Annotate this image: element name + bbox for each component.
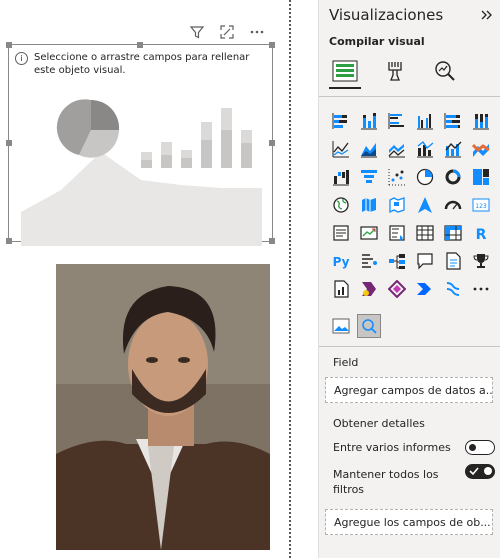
- analytics-search-button[interactable]: [357, 314, 381, 338]
- page-divider: [289, 0, 291, 558]
- keep-filters-toggle[interactable]: [465, 464, 495, 479]
- check-icon: [469, 467, 479, 476]
- treemap-icon[interactable]: [469, 165, 493, 189]
- resize-handle[interactable]: [6, 238, 12, 244]
- stacked-area-icon[interactable]: [385, 137, 409, 161]
- resize-handle[interactable]: [269, 140, 275, 146]
- collapse-pane-icon[interactable]: [479, 8, 493, 22]
- svg-text:Py: Py: [333, 255, 350, 269]
- svg-text:123: 123: [475, 203, 487, 210]
- multi-row-card-icon[interactable]: [329, 221, 353, 245]
- r-visual-icon[interactable]: R: [469, 221, 493, 245]
- resize-handle[interactable]: [137, 42, 143, 48]
- visualizations-pane: Visualizaciones Compilar visual 123 R Py…: [318, 0, 500, 558]
- divider: [319, 346, 500, 347]
- scatter-chart-icon[interactable]: [385, 165, 409, 189]
- tab-format-visual[interactable]: [379, 55, 411, 87]
- keep-filters-row: Mantener todos los filtros: [333, 467, 453, 497]
- build-visual-title: Compilar visual: [329, 35, 425, 48]
- paginated-report-icon[interactable]: [329, 277, 353, 301]
- decomposition-tree-icon[interactable]: [385, 249, 409, 273]
- more-options-icon[interactable]: [249, 24, 265, 40]
- image-visual-button[interactable]: [329, 314, 353, 338]
- donut-chart-icon[interactable]: [441, 165, 465, 189]
- ribbon-chart-icon[interactable]: [469, 137, 493, 161]
- divider: [319, 96, 500, 97]
- report-canvas: i Seleccione o arrastre campos para rell…: [0, 0, 290, 558]
- clustered-column-chart-icon[interactable]: [413, 109, 437, 133]
- power-apps-icon[interactable]: [357, 277, 381, 301]
- key-influencers-icon[interactable]: [357, 249, 381, 273]
- 100-stacked-column-icon[interactable]: [469, 109, 493, 133]
- resize-handle[interactable]: [269, 238, 275, 244]
- image-icon: [332, 318, 350, 334]
- map-icon[interactable]: [329, 193, 353, 217]
- gauge-icon[interactable]: [441, 193, 465, 217]
- line-clustered-column-icon[interactable]: [413, 137, 437, 161]
- card-icon[interactable]: 123: [469, 193, 493, 217]
- kpi-icon[interactable]: [357, 221, 381, 245]
- qa-icon[interactable]: [413, 249, 437, 273]
- stacked-column-chart-icon[interactable]: [357, 109, 381, 133]
- tab-build-visual[interactable]: [329, 55, 361, 89]
- stacked-bar-chart-icon[interactable]: [329, 109, 353, 133]
- empty-visual-container[interactable]: i Seleccione o arrastre campos para rell…: [6, 42, 275, 246]
- resize-handle[interactable]: [6, 42, 12, 48]
- filter-icon[interactable]: [189, 24, 205, 40]
- details-section-label: Obtener detalles: [333, 417, 425, 430]
- 100-stacked-bar-icon[interactable]: [441, 109, 465, 133]
- matrix-icon[interactable]: [441, 221, 465, 245]
- table-icon[interactable]: [413, 221, 437, 245]
- power-automate-icon[interactable]: [385, 277, 409, 301]
- visual-options-row: [329, 314, 381, 338]
- info-icon: i: [15, 52, 28, 65]
- shape-map-icon[interactable]: [385, 193, 409, 217]
- funnel-chart-icon[interactable]: [357, 165, 381, 189]
- resize-handle[interactable]: [6, 140, 12, 146]
- python-visual-icon[interactable]: Py: [329, 249, 353, 273]
- visual-placeholder-graphic: [21, 99, 262, 246]
- field-section-label: Field: [333, 356, 359, 369]
- person-image: [56, 264, 270, 550]
- more-visuals-icon[interactable]: [469, 277, 493, 301]
- line-stacked-column-icon[interactable]: [441, 137, 465, 161]
- format-brush-icon: [388, 62, 402, 81]
- cross-report-toggle[interactable]: [465, 440, 495, 455]
- pane-title: Visualizaciones: [329, 6, 444, 24]
- chevron-icon[interactable]: [413, 277, 437, 301]
- keep-filters-label: Mantener todos los filtros: [333, 468, 439, 496]
- svg-text:R: R: [476, 227, 487, 242]
- pie-chart-icon[interactable]: [413, 165, 437, 189]
- slicer-icon[interactable]: [385, 221, 409, 245]
- empty-visual-text: Seleccione o arrastre campos para rellen…: [34, 52, 250, 76]
- waterfall-chart-icon[interactable]: [329, 165, 353, 189]
- analytics-magnifier-icon: [435, 61, 455, 81]
- filled-map-icon[interactable]: [357, 193, 381, 217]
- visual-type-gallery: 123 R Py: [329, 109, 493, 301]
- azure-map-icon[interactable]: [413, 193, 437, 217]
- search-icon: [362, 319, 377, 334]
- pane-tabs: [329, 55, 461, 89]
- resize-handle[interactable]: [269, 42, 275, 48]
- smart-narrative-icon[interactable]: [441, 249, 465, 273]
- visual-header: [189, 24, 265, 40]
- line-chart-icon[interactable]: [329, 137, 353, 161]
- trophy-icon[interactable]: [469, 249, 493, 273]
- drillthrough-field-well[interactable]: Agregue los campos de ob...: [325, 509, 493, 535]
- empty-visual-message: i Seleccione o arrastre campos para rell…: [15, 51, 263, 77]
- tab-analytics[interactable]: [429, 55, 461, 87]
- sparkle-icon[interactable]: [441, 277, 465, 301]
- cross-report-label: Entre varios informes: [333, 441, 451, 454]
- build-visual-icon: [332, 60, 358, 82]
- focus-mode-icon[interactable]: [219, 24, 235, 40]
- area-chart-icon[interactable]: [357, 137, 381, 161]
- clustered-bar-chart-icon[interactable]: [385, 109, 409, 133]
- field-well[interactable]: Agregar campos de datos a...: [325, 377, 493, 403]
